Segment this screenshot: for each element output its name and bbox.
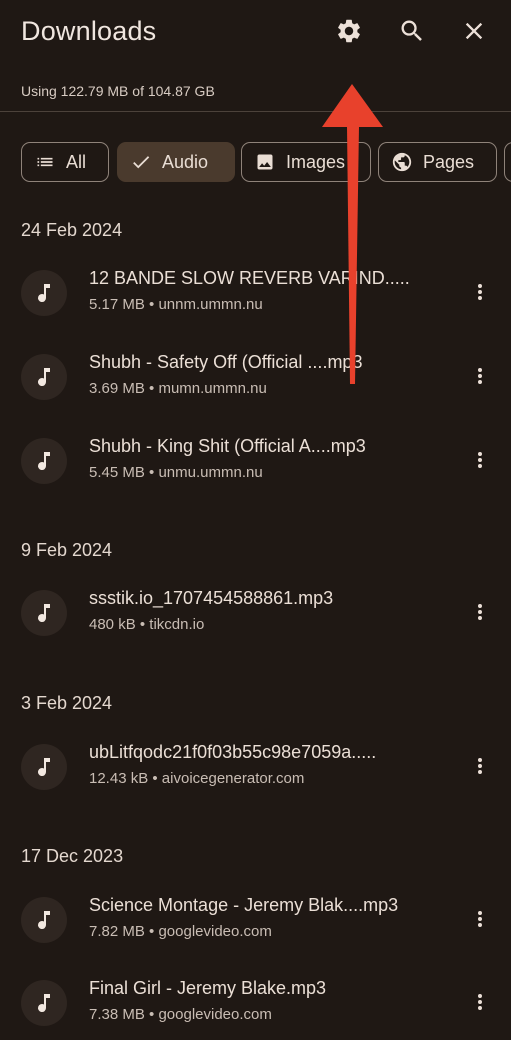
download-item[interactable]: Science Montage - Jeremy Blak....mp3 7.8… — [0, 885, 511, 957]
arrow-head — [322, 84, 383, 127]
download-item[interactable]: Shubh - King Shit (Official A....mp3 5.4… — [0, 426, 511, 498]
page-title: Downloads — [21, 16, 157, 46]
file-meta: 5.17 MB • unnm.ummn.nu — [89, 296, 263, 313]
check-icon — [130, 151, 152, 173]
file-meta: 480 kB • tikcdn.io — [89, 616, 205, 633]
more-options-button[interactable] — [466, 278, 494, 310]
file-meta: 5.45 MB • unmu.ummn.nu — [89, 464, 263, 481]
more-vert-icon — [468, 280, 492, 309]
download-item[interactable]: ssstik.io_1707454588861.mp3 480 kB • tik… — [0, 578, 511, 650]
close-button[interactable] — [459, 18, 489, 48]
search-button[interactable] — [397, 18, 427, 48]
more-vert-icon — [468, 754, 492, 783]
date-header: 9 Feb 2024 — [21, 540, 113, 560]
file-meta: 12.43 kB • aivoicegenerator.com — [89, 770, 305, 787]
file-name: Final Girl - Jeremy Blake.mp3 — [89, 978, 327, 998]
more-vert-icon — [468, 448, 492, 477]
chip-audio[interactable]: Audio — [117, 142, 235, 182]
more-vert-icon — [468, 990, 492, 1019]
globe-icon — [391, 151, 413, 173]
music-note-icon — [21, 744, 67, 790]
music-note-icon — [21, 590, 67, 636]
more-options-button[interactable] — [466, 598, 494, 630]
download-item[interactable]: ubLitfqodc21f0f03b55c98e7059a..... 12.43… — [0, 732, 511, 804]
music-note-icon — [21, 270, 67, 316]
date-header: 24 Feb 2024 — [21, 220, 123, 240]
downloads-screen: Downloads Using 122.79 MB of 104.87 GB A… — [0, 0, 511, 1026]
list-icon — [34, 151, 56, 173]
file-name: 12 BANDE SLOW REVERB VARIND..... — [89, 268, 410, 288]
more-vert-icon — [468, 364, 492, 393]
file-name: Shubh - King Shit (Official A....mp3 — [89, 436, 366, 456]
more-vert-icon — [468, 907, 492, 936]
more-options-button[interactable] — [466, 988, 494, 1020]
file-name: ssstik.io_1707454588861.mp3 — [89, 588, 334, 608]
file-name: Science Montage - Jeremy Blak....mp3 — [89, 895, 399, 915]
music-note-icon — [21, 897, 67, 943]
image-icon — [254, 151, 276, 173]
more-options-button[interactable] — [466, 905, 494, 937]
close-icon — [460, 17, 488, 50]
more-options-button[interactable] — [466, 362, 494, 394]
more-options-button[interactable] — [466, 446, 494, 478]
header-divider — [0, 111, 511, 112]
download-item[interactable]: 12 BANDE SLOW REVERB VARIND..... 5.17 MB… — [0, 258, 511, 330]
download-item[interactable]: Final Girl - Jeremy Blake.mp3 7.38 MB • … — [0, 968, 511, 1040]
gear-icon — [335, 17, 363, 50]
file-meta: 3.69 MB • mumn.ummn.nu — [89, 380, 267, 397]
chip-audio-label: Audio — [162, 151, 209, 172]
chip-all[interactable]: All — [21, 142, 109, 182]
chip-all-label: All — [66, 151, 87, 172]
file-name: Shubh - Safety Off (Official ....mp3 — [89, 352, 363, 372]
music-note-icon — [21, 980, 67, 1026]
filter-chips: All Audio Images Pages — [21, 142, 511, 184]
settings-button[interactable] — [334, 18, 364, 48]
chip-pages-label: Pages — [423, 151, 475, 172]
date-header: 3 Feb 2024 — [21, 693, 113, 713]
file-name: ubLitfqodc21f0f03b55c98e7059a..... — [89, 742, 377, 762]
chip-images[interactable]: Images — [241, 142, 371, 182]
file-meta: 7.38 MB • googlevideo.com — [89, 1006, 272, 1023]
date-header: 17 Dec 2023 — [21, 846, 124, 866]
more-options-button[interactable] — [466, 752, 494, 784]
more-vert-icon — [468, 600, 492, 629]
chip-more-partial[interactable] — [504, 142, 511, 182]
chip-pages[interactable]: Pages — [378, 142, 497, 182]
top-app-bar: Downloads — [0, 0, 511, 70]
chip-images-label: Images — [286, 151, 346, 172]
file-meta: 7.82 MB • googlevideo.com — [89, 923, 272, 940]
music-note-icon — [21, 354, 67, 400]
download-item[interactable]: Shubh - Safety Off (Official ....mp3 3.6… — [0, 342, 511, 414]
music-note-icon — [21, 438, 67, 484]
storage-usage-text: Using 122.79 MB of 104.87 GB — [21, 83, 215, 99]
search-icon — [398, 17, 426, 50]
